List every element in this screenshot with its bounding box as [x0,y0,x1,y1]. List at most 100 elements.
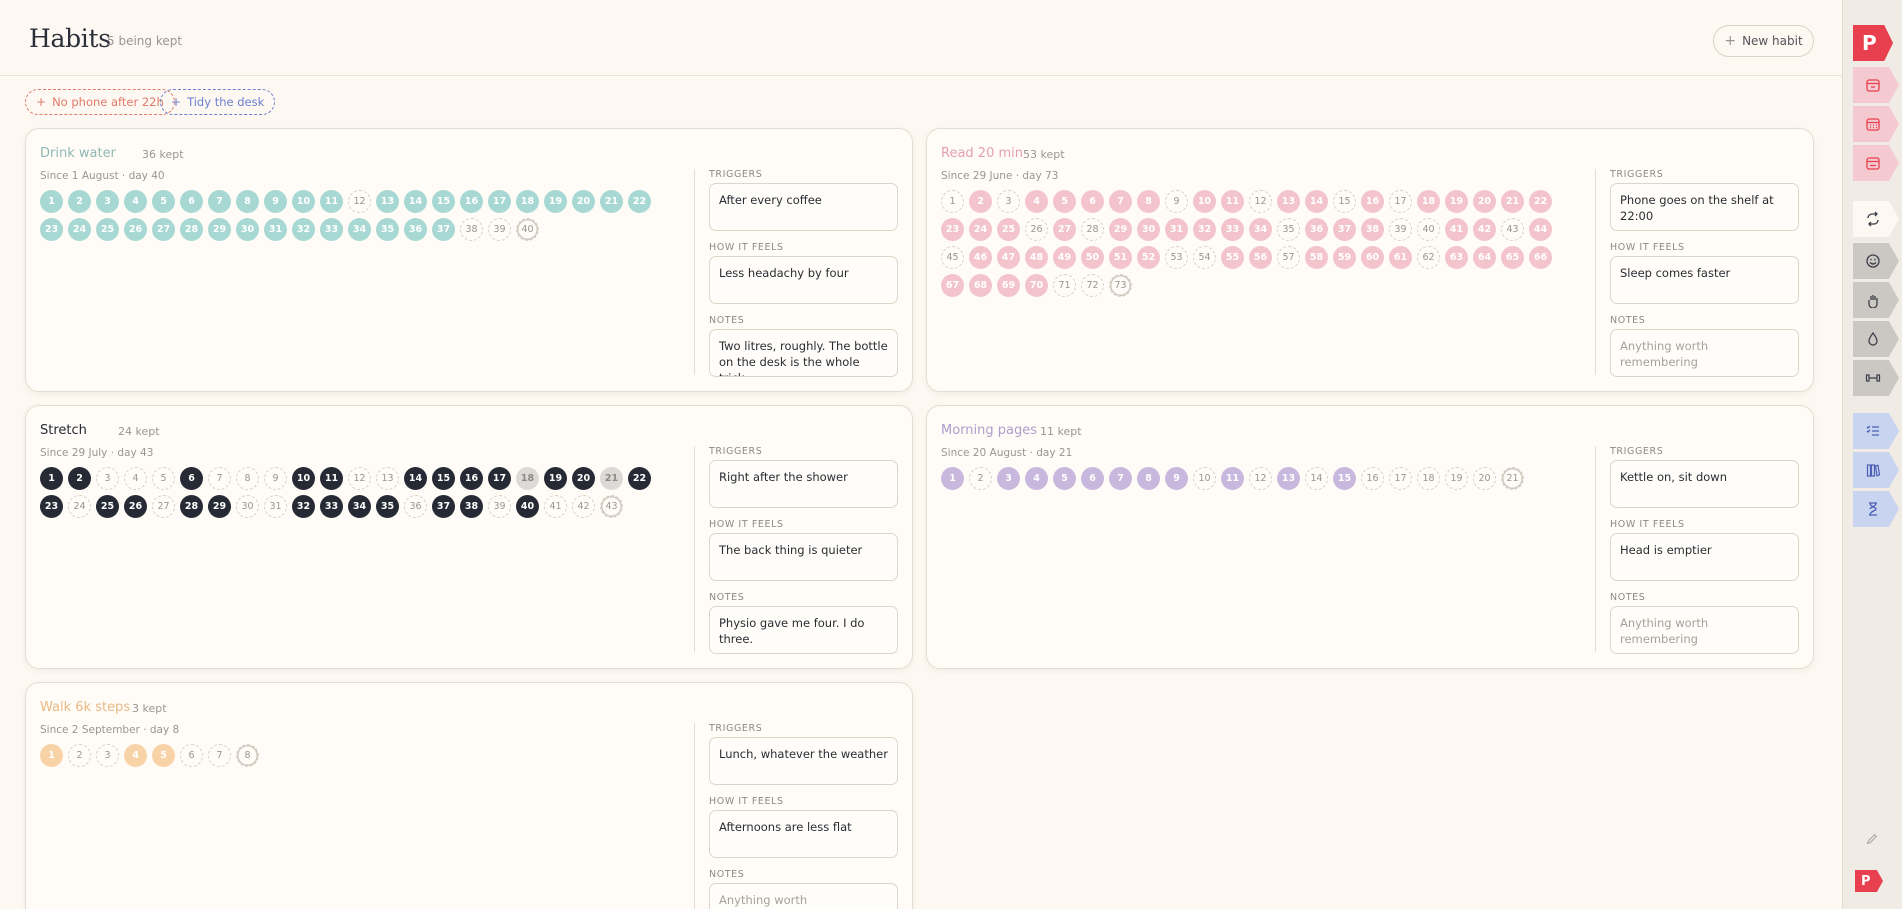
day-dot[interactable]: 19 [1445,467,1468,490]
day-dot[interactable]: 55 [1221,246,1244,269]
day-dot[interactable]: 6 [1081,190,1104,213]
notes-field[interactable]: Physio gave me four. I do three. [709,606,898,654]
app-logo-small[interactable]: P [1855,870,1883,892]
day-dot[interactable]: 25 [96,495,119,518]
day-dot[interactable]: 24 [68,218,91,241]
day-dot[interactable]: 10 [1193,467,1216,490]
day-dot[interactable]: 69 [997,274,1020,297]
day-dot[interactable]: 27 [152,218,175,241]
day-dot[interactable]: 38 [1361,218,1384,241]
day-dot[interactable]: 60 [1361,246,1384,269]
suggestion-chip-tidy-desk[interactable]: + Tidy the desk [160,89,276,115]
day-dot[interactable]: 2 [68,467,91,490]
rail-tab-hourglass[interactable] [1853,491,1899,527]
day-dot[interactable]: 7 [1109,467,1132,490]
day-dot[interactable]: 7 [1109,190,1132,213]
day-dot[interactable]: 21 [1501,467,1524,490]
day-dot[interactable]: 14 [404,467,427,490]
day-dot[interactable]: 68 [969,274,992,297]
day-dot[interactable]: 16 [1361,190,1384,213]
habit-title[interactable]: Drink water [40,146,116,161]
day-dot[interactable]: 56 [1249,246,1272,269]
day-dot[interactable]: 31 [264,495,287,518]
day-dot[interactable]: 58 [1305,246,1328,269]
day-dot[interactable]: 17 [488,467,511,490]
triggers-field[interactable]: After every coffee [709,183,898,231]
day-dot[interactable]: 40 [1417,218,1440,241]
day-dot[interactable]: 28 [180,495,203,518]
day-dot[interactable]: 12 [348,467,371,490]
day-dot[interactable]: 11 [1221,467,1244,490]
day-dot[interactable]: 7 [208,744,231,767]
triggers-field[interactable]: Right after the shower [709,460,898,508]
new-habit-button[interactable]: + New habit [1713,25,1814,57]
day-dot[interactable]: 5 [152,190,175,213]
rail-tab-water-drop[interactable] [1853,321,1899,357]
day-dot[interactable]: 4 [124,190,147,213]
day-dot[interactable]: 6 [180,467,203,490]
day-dot[interactable]: 38 [460,218,483,241]
day-dot[interactable]: 16 [1361,467,1384,490]
day-dot[interactable]: 35 [376,218,399,241]
day-dot[interactable]: 2 [68,190,91,213]
rail-tab-weights[interactable] [1853,360,1899,396]
day-dot[interactable]: 72 [1081,274,1104,297]
notes-field[interactable]: Anything worth remembering [709,883,898,909]
habit-title[interactable]: Read 20 min [941,146,1023,161]
day-dot[interactable]: 43 [600,495,623,518]
day-dot[interactable]: 34 [348,495,371,518]
day-dot[interactable]: 8 [236,190,259,213]
day-dot[interactable]: 63 [1445,246,1468,269]
day-dot[interactable]: 15 [432,467,455,490]
day-dot[interactable]: 7 [208,467,231,490]
day-dot[interactable]: 21 [600,467,623,490]
habit-card[interactable]: Stretch 24 kept Since 29 July · day 43 1 2 3 4… [25,405,913,669]
day-dot[interactable]: 21 [1501,190,1524,213]
day-dot[interactable]: 1 [40,744,63,767]
day-dot[interactable]: 43 [1501,218,1524,241]
day-dot[interactable]: 8 [236,467,259,490]
habit-card[interactable]: Read 20 min 53 kept Since 29 June · day 73… [926,128,1814,392]
day-dot[interactable]: 17 [1389,467,1412,490]
rail-tab-checklist[interactable] [1853,413,1899,449]
day-dot[interactable]: 18 [516,190,539,213]
day-dot[interactable]: 2 [969,467,992,490]
day-dot[interactable]: 26 [124,218,147,241]
day-dot[interactable]: 48 [1025,246,1048,269]
day-dot[interactable]: 5 [152,467,175,490]
day-dot[interactable]: 45 [941,246,964,269]
day-dot[interactable]: 51 [1109,246,1132,269]
habit-title[interactable]: Walk 6k steps [40,700,130,715]
day-dot[interactable]: 39 [1389,218,1412,241]
day-dot[interactable]: 22 [628,467,651,490]
day-dot[interactable]: 17 [1389,190,1412,213]
day-dot[interactable]: 23 [40,218,63,241]
day-dot[interactable]: 59 [1333,246,1356,269]
day-dot[interactable]: 31 [264,218,287,241]
day-dot[interactable]: 4 [124,467,147,490]
day-dot[interactable]: 29 [208,495,231,518]
day-dot[interactable]: 23 [941,218,964,241]
day-dot[interactable]: 9 [264,467,287,490]
rail-tab-calendar-month[interactable] [1853,106,1899,142]
day-dot[interactable]: 26 [124,495,147,518]
day-dot[interactable]: 62 [1417,246,1440,269]
day-dot[interactable]: 3 [997,190,1020,213]
habit-title[interactable]: Stretch [40,423,87,438]
day-dot[interactable]: 40 [516,495,539,518]
day-dot[interactable]: 13 [376,190,399,213]
day-dot[interactable]: 1 [941,190,964,213]
day-dot[interactable]: 41 [544,495,567,518]
pencil-icon[interactable] [1865,832,1879,846]
habit-card[interactable]: Drink water 36 kept Since 1 August · day 4… [25,128,913,392]
day-dot[interactable]: 13 [1277,467,1300,490]
day-dot[interactable]: 64 [1473,246,1496,269]
day-dot[interactable]: 33 [320,218,343,241]
day-dot[interactable]: 37 [432,218,455,241]
feels-field[interactable]: Less headachy by four [709,256,898,304]
day-dot[interactable]: 35 [1277,218,1300,241]
day-dot[interactable]: 3 [96,744,119,767]
day-dot[interactable]: 67 [941,274,964,297]
day-dot[interactable]: 71 [1053,274,1076,297]
day-dot[interactable]: 5 [1053,467,1076,490]
